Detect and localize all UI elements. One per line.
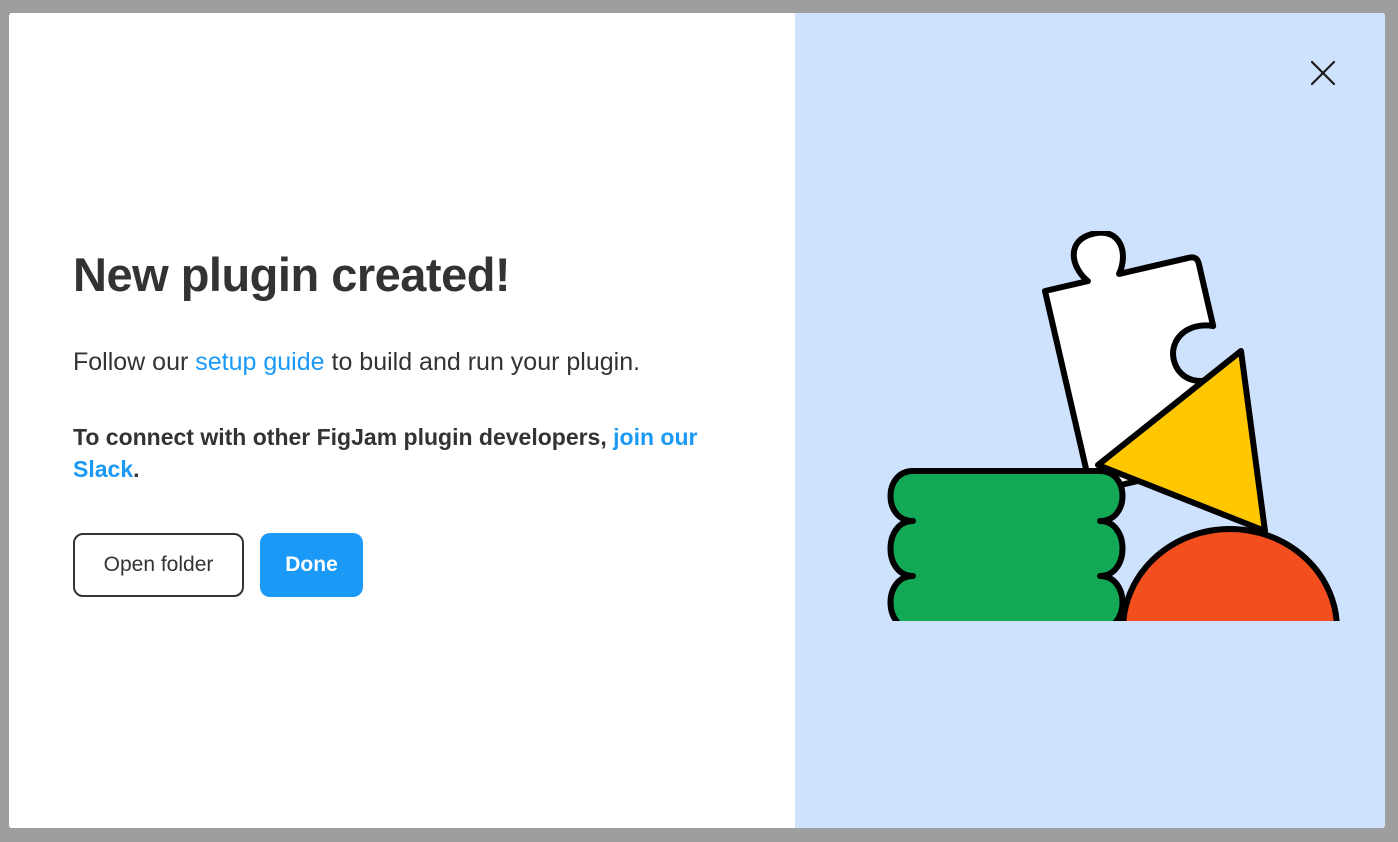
- setup-instructions-suffix: to build and run your plugin.: [324, 348, 641, 376]
- plugin-created-dialog: New plugin created! Follow our setup gui…: [9, 13, 1385, 828]
- setup-instructions: Follow our setup guide to build and run …: [73, 348, 640, 377]
- setup-guide-link[interactable]: setup guide: [195, 348, 324, 376]
- community-message-suffix: .: [133, 456, 140, 482]
- green-stack-shape: [887, 468, 1126, 621]
- dialog-content-pane: New plugin created! Follow our setup gui…: [9, 13, 795, 828]
- orange-semicircle-shape: [1120, 526, 1340, 621]
- dialog-title: New plugin created!: [73, 248, 511, 301]
- setup-instructions-prefix: Follow our: [73, 348, 196, 376]
- close-icon: [1310, 60, 1336, 86]
- community-message: To connect with other FigJam plugin deve…: [73, 421, 713, 485]
- puzzle-shapes-illustration: [887, 231, 1340, 621]
- done-button[interactable]: Done: [260, 533, 363, 597]
- open-folder-button[interactable]: Open folder: [73, 533, 244, 597]
- dialog-actions: Open folder Done: [73, 533, 363, 597]
- close-button[interactable]: [1308, 58, 1338, 88]
- community-message-prefix: To connect with other FigJam plugin deve…: [73, 424, 614, 450]
- illustration-pane: [795, 13, 1385, 828]
